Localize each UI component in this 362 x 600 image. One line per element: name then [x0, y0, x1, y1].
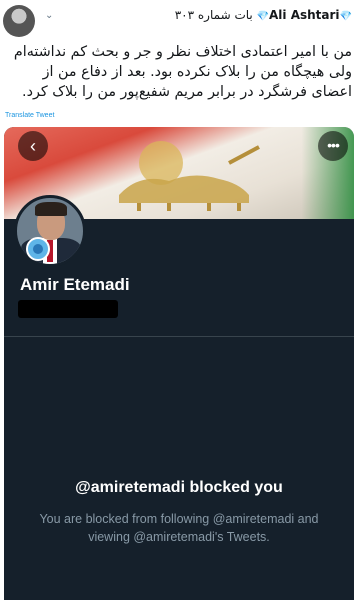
divider	[4, 336, 354, 337]
author-avatar[interactable]	[3, 5, 35, 37]
diamond-icon: 💎	[256, 11, 270, 22]
back-button[interactable]: ‹	[18, 131, 48, 161]
more-options-icon: •••	[327, 137, 340, 153]
blocked-description: You are blocked from following @amiretem…	[39, 512, 319, 544]
profile-display-name: Amir Etemadi	[20, 275, 130, 294]
tweet-text: من با امیر اعتمادی اختلاف نظر و جر و بحث…	[13, 44, 352, 100]
back-arrow-icon: ‹	[30, 136, 36, 156]
author-line[interactable]: بات شماره ۳۰۳ 💎Ali Ashtari💎	[175, 8, 352, 22]
more-options-button[interactable]: •••	[318, 131, 348, 161]
profile-screenshot[interactable]: ‹ ••• Amir Etemadi @amiretemadi blocked …	[4, 127, 354, 600]
profile-avatar[interactable]	[14, 195, 86, 267]
blocked-title: @amiretemadi blocked you	[75, 479, 283, 496]
tweet-header: ⌄ بات شماره ۳۰۳ 💎Ali Ashtari💎	[0, 0, 362, 42]
author-meta: بات شماره ۳۰۳	[174, 8, 253, 22]
author-name[interactable]: Ali Ashtari	[269, 8, 340, 22]
translate-tweet-link[interactable]: Translate Tweet	[5, 112, 54, 119]
lion-and-sun-emblem	[119, 141, 260, 211]
chevron-down-icon[interactable]: ⌄	[45, 11, 57, 21]
badge-icon	[26, 237, 50, 261]
diamond-icon: 💎	[339, 11, 352, 22]
redacted-handle	[18, 300, 118, 318]
